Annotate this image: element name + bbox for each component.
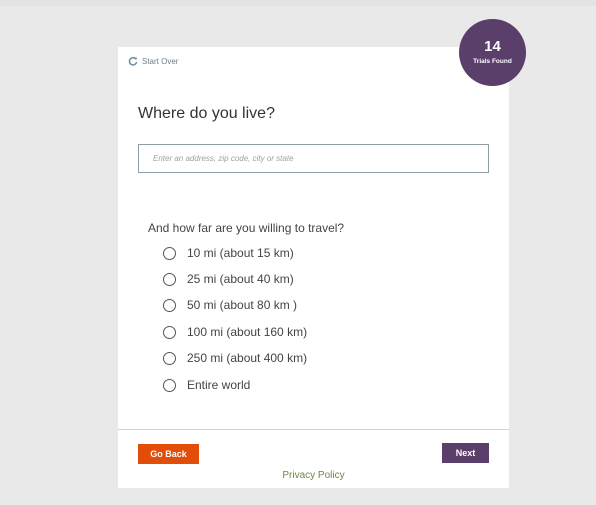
trials-found-badge: 14 Trials Found xyxy=(459,19,526,86)
footer-divider xyxy=(118,429,509,430)
top-strip xyxy=(0,0,596,6)
radio-button[interactable] xyxy=(163,325,176,339)
travel-option-250mi[interactable]: 250 mi (about 400 km) xyxy=(163,351,307,365)
start-over-link[interactable]: Start Over xyxy=(128,56,178,66)
radio-button[interactable] xyxy=(163,272,176,286)
radio-button[interactable] xyxy=(163,246,176,260)
travel-option-10mi[interactable]: 10 mi (about 15 km) xyxy=(163,246,294,260)
go-back-button[interactable]: Go Back xyxy=(138,444,199,464)
next-button[interactable]: Next xyxy=(442,443,489,463)
privacy-policy-link[interactable]: Privacy Policy xyxy=(118,470,509,481)
travel-option-25mi[interactable]: 25 mi (about 40 km) xyxy=(163,272,294,286)
location-question: Where do you live? xyxy=(138,105,275,122)
travel-option-label: 25 mi (about 40 km) xyxy=(187,272,294,286)
address-input[interactable] xyxy=(138,144,489,173)
travel-option-label: 50 mi (about 80 km ) xyxy=(187,298,298,312)
travel-option-label: 10 mi (about 15 km) xyxy=(187,246,294,260)
travel-option-entire-world[interactable]: Entire world xyxy=(163,378,250,392)
travel-option-label: 100 mi (about 160 km) xyxy=(187,325,308,339)
start-over-label: Start Over xyxy=(142,56,179,66)
travel-option-100mi[interactable]: 100 mi (about 160 km) xyxy=(163,325,307,339)
travel-option-label: 250 mi (about 400 km) xyxy=(187,351,308,365)
travel-question: And how far are you willing to travel? xyxy=(148,221,345,235)
refresh-icon xyxy=(128,56,138,66)
trials-label: Trials Found xyxy=(473,57,512,65)
travel-option-50mi[interactable]: 50 mi (about 80 km ) xyxy=(163,298,297,312)
trials-count: 14 xyxy=(484,37,501,55)
radio-button[interactable] xyxy=(163,351,176,365)
radio-button[interactable] xyxy=(163,298,176,312)
travel-option-label: Entire world xyxy=(187,378,251,392)
radio-button[interactable] xyxy=(163,378,176,392)
search-card: Start Over Where do you live? And how fa… xyxy=(118,47,509,488)
